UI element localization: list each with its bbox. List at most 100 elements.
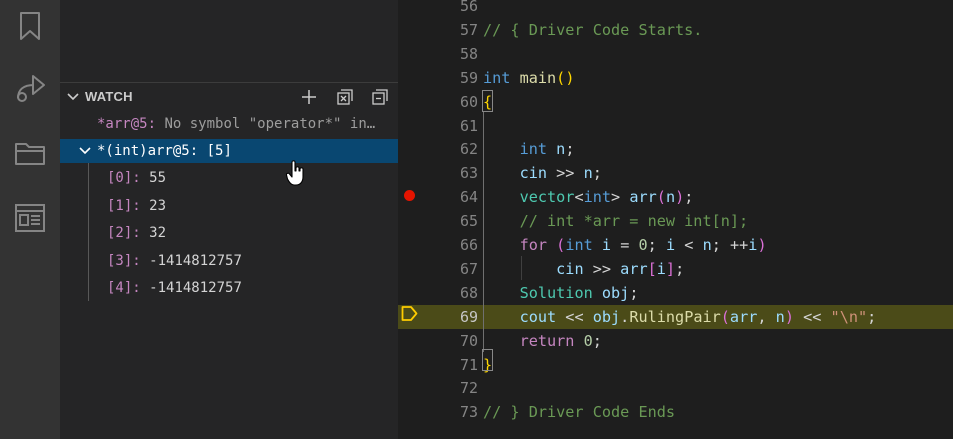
code-token: for	[519, 236, 548, 254]
line-number[interactable]: 67	[398, 257, 478, 281]
code-line[interactable]: 67 cin >> arr[i];	[398, 257, 953, 281]
share-icon[interactable]	[12, 70, 48, 106]
code-token: n	[665, 188, 676, 207]
line-number[interactable]: 73	[398, 400, 478, 424]
watch-child-index: [0]:	[107, 170, 141, 186]
panel-divider	[60, 82, 398, 83]
watch-section-header[interactable]: WATCH	[60, 84, 398, 110]
breakpoint-icon[interactable]	[404, 190, 415, 201]
code-token: >	[611, 188, 630, 207]
code-token: n	[556, 140, 566, 159]
code-line[interactable]: 61	[398, 114, 953, 138]
line-number[interactable]: 70	[398, 329, 478, 353]
watch-child-value: 23	[149, 197, 167, 214]
code-token: >>	[583, 259, 621, 278]
line-number[interactable]: 63	[398, 161, 478, 185]
line-number[interactable]: 62	[398, 137, 478, 161]
line-number[interactable]: 68	[398, 281, 478, 305]
line-number[interactable]: 57	[398, 18, 478, 42]
indent-guide	[521, 256, 522, 280]
code-token: // { Driver Code Starts.	[483, 20, 703, 39]
code-token: )	[784, 307, 794, 326]
code-token: n	[775, 307, 785, 326]
code-line[interactable]: 56	[398, 0, 953, 18]
code-text: cout << obj.RulingPair(arr, n) << "\n";	[483, 305, 877, 329]
watch-child-value: -1414812757	[149, 280, 242, 296]
code-line[interactable]: 58	[398, 42, 953, 66]
code-token: 0	[638, 236, 648, 254]
line-number[interactable]: 58	[398, 42, 478, 66]
code-token: return	[519, 331, 575, 350]
watch-child-row[interactable]: [3]: -1414812757	[60, 249, 398, 273]
code-token: RulingPair	[629, 307, 721, 326]
window-icon[interactable]	[12, 200, 48, 236]
code-editor[interactable]: 56 57 // { Driver Code Starts. 58 59 int main…	[398, 0, 953, 439]
watch-child-row[interactable]: [4]: -1414812757	[60, 276, 398, 300]
code-token: ]	[665, 259, 676, 278]
code-token: int	[519, 140, 548, 159]
code-token: )	[757, 236, 767, 254]
code-line[interactable]: 65 // int *arr = new int[n];	[398, 209, 953, 233]
code-line[interactable]: 68 Solution obj;	[398, 281, 953, 305]
bracket-match-open	[482, 90, 493, 112]
folder-icon[interactable]	[12, 135, 48, 171]
watch-child-row[interactable]: [1]: 23	[60, 194, 398, 218]
line-number[interactable]: 60	[398, 90, 478, 114]
code-token: n	[583, 164, 593, 183]
line-number[interactable]: 61	[398, 114, 478, 138]
watch-item-error[interactable]: *arr@5: No symbol "operator*" in…	[60, 112, 398, 136]
line-number[interactable]: 72	[398, 376, 478, 400]
code-token: <	[574, 188, 584, 207]
code-text: cin >> arr[i];	[483, 257, 684, 281]
code-line[interactable]: 66 for (int i = 0; i < n; ++i)	[398, 233, 953, 257]
line-number[interactable]: 71	[398, 353, 478, 377]
code-token: i	[665, 236, 676, 254]
watch-child-row[interactable]: [2]: 32	[60, 221, 398, 245]
watch-child-row[interactable]: [0]: 55	[60, 166, 398, 190]
code-token: arr	[620, 259, 648, 278]
line-number[interactable]: 56	[398, 0, 478, 18]
code-token: ; ++	[711, 236, 749, 254]
code-line[interactable]: 72	[398, 376, 953, 400]
code-token: arr	[629, 188, 657, 207]
code-token: // int *arr = new int[n];	[519, 212, 749, 231]
line-number[interactable]: 65	[398, 209, 478, 233]
watch-child-value: 55	[149, 170, 167, 186]
line-number[interactable]: 66	[398, 233, 478, 257]
code-token: )	[675, 188, 685, 207]
remove-all-icon[interactable]	[369, 86, 391, 108]
code-line[interactable]: 59 int main()	[398, 66, 953, 90]
code-line[interactable]: 62 int n;	[398, 137, 953, 161]
code-line[interactable]: 57 // { Driver Code Starts.	[398, 18, 953, 42]
code-token: ,	[757, 307, 776, 326]
chevron-down-icon[interactable]	[78, 144, 92, 158]
code-line[interactable]: 69 cout << obj.RulingPair(arr, n) << "\n…	[398, 304, 953, 329]
code-token: [	[647, 259, 657, 278]
code-text: // { Driver Code Starts.	[483, 18, 702, 42]
bookmark-icon[interactable]	[12, 8, 48, 44]
add-expression-icon[interactable]	[298, 86, 320, 108]
collapse-all-icon[interactable]	[334, 86, 356, 108]
code-token: 0	[583, 331, 593, 350]
chevron-down-icon[interactable]	[66, 90, 80, 104]
code-token: obj	[601, 283, 630, 302]
line-number[interactable]: 59	[398, 66, 478, 90]
code-line[interactable]: 64 vector<int> arr(n);	[398, 185, 953, 209]
code-line[interactable]: 63 cin >> n;	[398, 161, 953, 185]
watch-child-value: -1414812757	[149, 252, 242, 269]
code-token: n	[702, 236, 712, 254]
code-token: .	[620, 307, 630, 326]
code-token: i	[601, 236, 612, 254]
code-token: // } Driver Code Ends	[483, 403, 676, 422]
code-text: Solution obj;	[483, 281, 639, 305]
watch-item-selected[interactable]: *(int)arr@5: [5]	[60, 139, 398, 163]
code-line[interactable]: 73 // } Driver Code Ends	[398, 400, 953, 424]
